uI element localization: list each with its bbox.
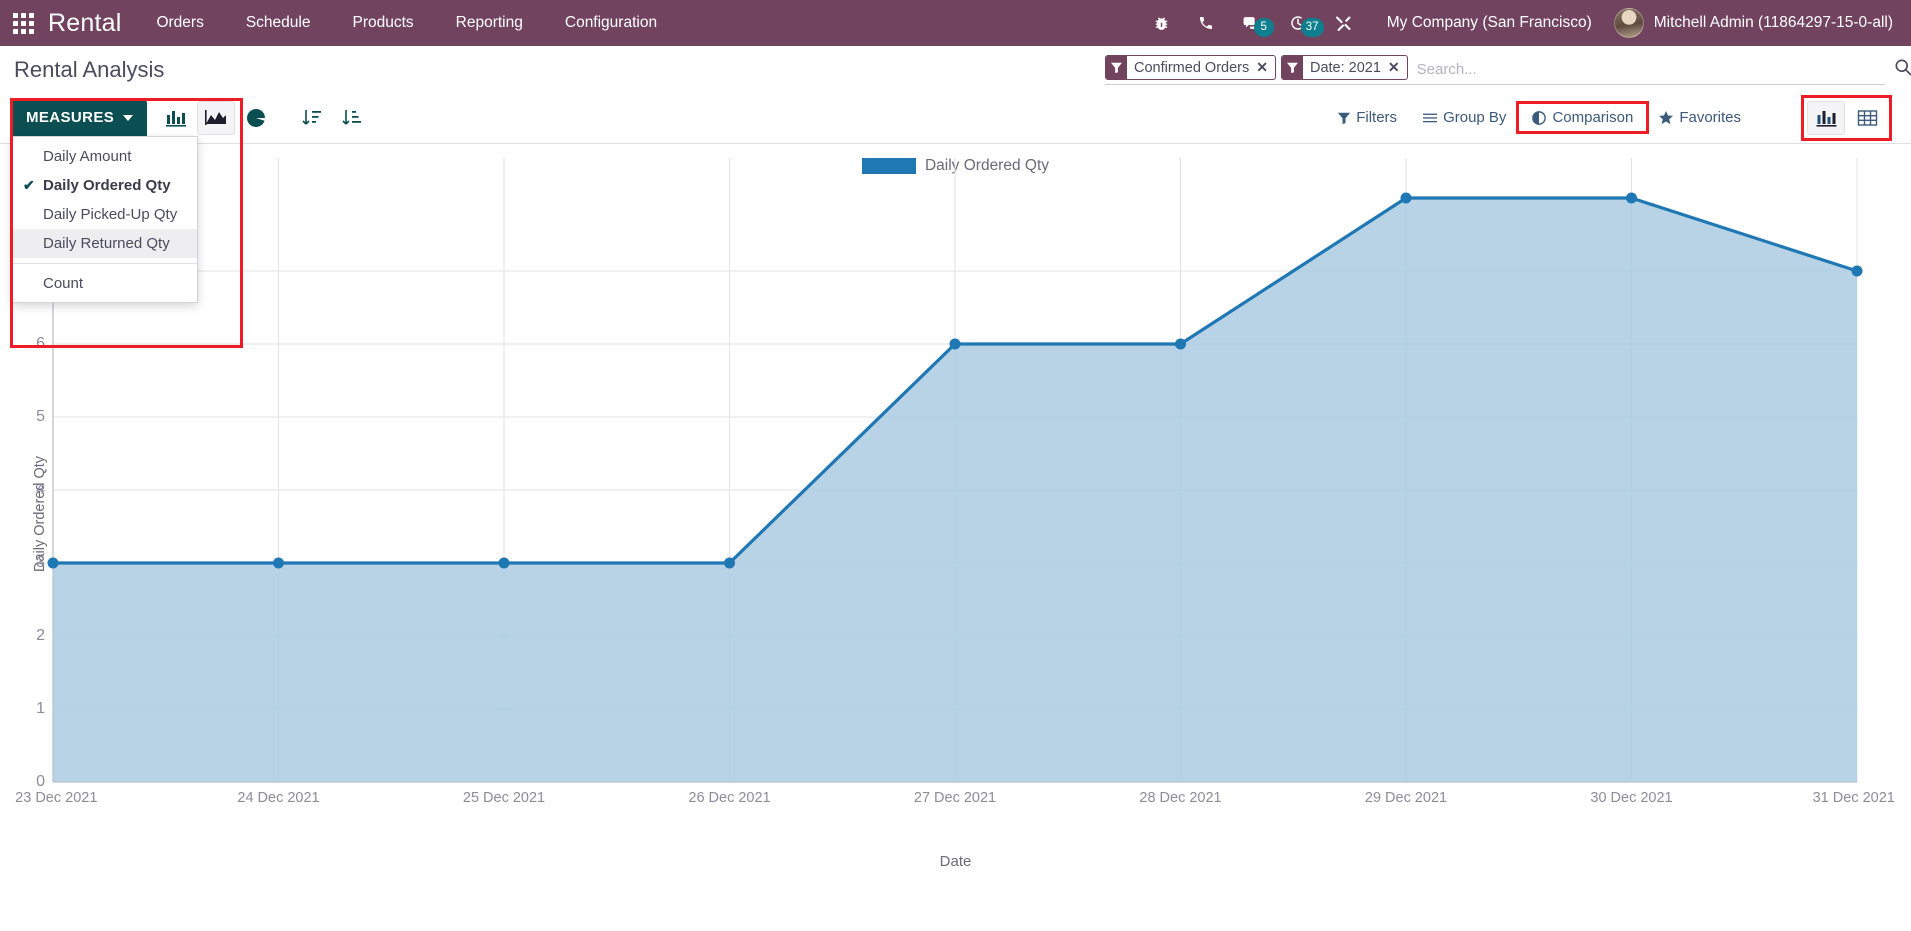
measures-button[interactable]: MEASURES: [12, 100, 147, 136]
app-brand-rental[interactable]: Rental: [46, 9, 135, 38]
x-tick-label: 30 Dec 2021: [1590, 790, 1672, 806]
measures-menu-wrapper: MEASURES Daily Amount ✔ Daily Ordered Qt…: [12, 100, 147, 136]
pivot-view-icon[interactable]: [1848, 101, 1886, 135]
page-title: Rental Analysis: [0, 55, 164, 85]
measure-item-daily-amount[interactable]: Daily Amount: [13, 142, 197, 171]
x-tick-label: 26 Dec 2021: [688, 790, 770, 806]
apps-grid-icon[interactable]: [0, 0, 46, 46]
chart-type-buttons: [157, 101, 371, 135]
contrast-circle-icon: [1532, 111, 1546, 125]
line-chart-icon[interactable]: [197, 101, 235, 135]
search-view[interactable]: Confirmed Orders ✕ Date: 2021 ✕: [1105, 55, 1885, 85]
nav-item-configuration[interactable]: Configuration: [544, 0, 678, 46]
nav-item-schedule[interactable]: Schedule: [225, 0, 332, 46]
sort-ascending-icon[interactable]: [333, 101, 371, 135]
favorites-dropdown[interactable]: Favorites: [1646, 104, 1754, 131]
x-tick-label: 24 Dec 2021: [237, 790, 319, 806]
y-tick-label: 5: [19, 408, 45, 426]
search-facet-date-2021[interactable]: Date: 2021 ✕: [1281, 55, 1408, 80]
x-tick-label: 27 Dec 2021: [914, 790, 996, 806]
top-navbar: Rental Orders Schedule Products Reportin…: [0, 0, 1911, 46]
filters-label: Filters: [1356, 109, 1397, 126]
x-tick-label: 29 Dec 2021: [1365, 790, 1447, 806]
nav-item-products[interactable]: Products: [331, 0, 434, 46]
pie-chart-icon[interactable]: [237, 101, 275, 135]
group-by-dropdown[interactable]: Group By: [1410, 104, 1519, 131]
measures-button-label: MEASURES: [26, 109, 114, 126]
nav-item-orders[interactable]: Orders: [135, 0, 224, 46]
measure-item-daily-picked-up-qty[interactable]: Daily Picked-Up Qty: [13, 200, 197, 229]
phone-icon[interactable]: [1184, 15, 1228, 31]
graph-view: Daily Ordered Qty Daily Ordered Qty 23 D…: [0, 144, 1911, 883]
user-name-label: Mitchell Admin (11864297-15-0-all): [1654, 14, 1893, 32]
search-input[interactable]: [1413, 55, 1885, 84]
x-axis-title: Date: [0, 853, 1911, 870]
list-icon: [1423, 112, 1437, 124]
measure-label: Daily Picked-Up Qty: [43, 205, 177, 224]
y-tick-label: 4: [19, 481, 45, 499]
chevron-down-icon: [123, 115, 133, 121]
filters-dropdown[interactable]: Filters: [1325, 104, 1410, 131]
control-panel-toolbar: MEASURES Daily Amount ✔ Daily Ordered Qt…: [0, 92, 1911, 144]
search-icon[interactable]: [1893, 57, 1911, 82]
measure-item-count[interactable]: Count: [13, 269, 197, 298]
y-tick-label: 1: [19, 700, 45, 718]
messages-badge: 5: [1254, 18, 1274, 37]
x-tick-label: 23 Dec 2021: [15, 790, 97, 806]
x-tick-label: 28 Dec 2021: [1139, 790, 1221, 806]
measure-label: Daily Ordered Qty: [43, 176, 171, 195]
y-tick-label: 6: [19, 335, 45, 353]
comparison-dropdown[interactable]: Comparison: [1519, 104, 1646, 131]
y-tick-label: 0: [19, 773, 45, 791]
comparison-label: Comparison: [1552, 109, 1633, 126]
filter-icon: [1338, 112, 1350, 124]
chart-canvas[interactable]: [0, 144, 1911, 883]
search-dropdowns: Filters Group By Comparison: [371, 104, 1804, 131]
search-facet-confirmed-orders[interactable]: Confirmed Orders ✕: [1105, 55, 1276, 80]
bug-icon[interactable]: [1139, 15, 1184, 32]
control-panel: Rental Analysis Confirmed Orders ✕ Date:…: [0, 46, 1911, 144]
x-tick-label: 25 Dec 2021: [463, 790, 545, 806]
measures-dropdown: Daily Amount ✔ Daily Ordered Qty Daily P…: [12, 136, 198, 303]
group-by-label: Group By: [1443, 109, 1506, 126]
facet-label: Confirmed Orders: [1127, 56, 1255, 79]
tools-wrench-icon[interactable]: [1321, 14, 1367, 32]
company-selector[interactable]: My Company (San Francisco): [1367, 14, 1606, 32]
y-tick-label: 2: [19, 627, 45, 645]
measure-label: Daily Amount: [43, 147, 131, 166]
apps-grid-dots: [13, 13, 34, 34]
user-menu[interactable]: Mitchell Admin (11864297-15-0-all): [1606, 8, 1911, 38]
measure-label: Count: [43, 274, 83, 293]
measure-item-daily-ordered-qty[interactable]: ✔ Daily Ordered Qty: [13, 171, 197, 200]
sort-descending-icon[interactable]: [293, 101, 331, 135]
control-panel-top-row: Rental Analysis Confirmed Orders ✕ Date:…: [0, 46, 1911, 92]
nav-item-reporting[interactable]: Reporting: [435, 0, 544, 46]
star-icon: [1659, 111, 1673, 125]
avatar: [1614, 8, 1644, 38]
close-icon[interactable]: ✕: [1255, 56, 1275, 79]
y-tick-label: 3: [19, 554, 45, 572]
activities-clock-icon[interactable]: 37: [1275, 14, 1321, 32]
dropdown-divider: [13, 263, 197, 264]
graph-view-icon[interactable]: [1807, 101, 1845, 135]
measure-item-daily-returned-qty[interactable]: Daily Returned Qty: [13, 229, 197, 258]
favorites-label: Favorites: [1679, 109, 1741, 126]
measure-label: Daily Returned Qty: [43, 234, 170, 253]
bar-chart-icon[interactable]: [157, 101, 195, 135]
filter-icon: [1282, 56, 1303, 79]
filter-icon: [1106, 56, 1127, 79]
facet-label: Date: 2021: [1303, 56, 1387, 79]
messages-icon[interactable]: 5: [1228, 14, 1275, 33]
close-icon[interactable]: ✕: [1387, 56, 1407, 79]
x-tick-label: 31 Dec 2021: [1813, 790, 1895, 806]
view-switcher: [1804, 98, 1889, 138]
check-icon: ✔: [23, 176, 39, 195]
